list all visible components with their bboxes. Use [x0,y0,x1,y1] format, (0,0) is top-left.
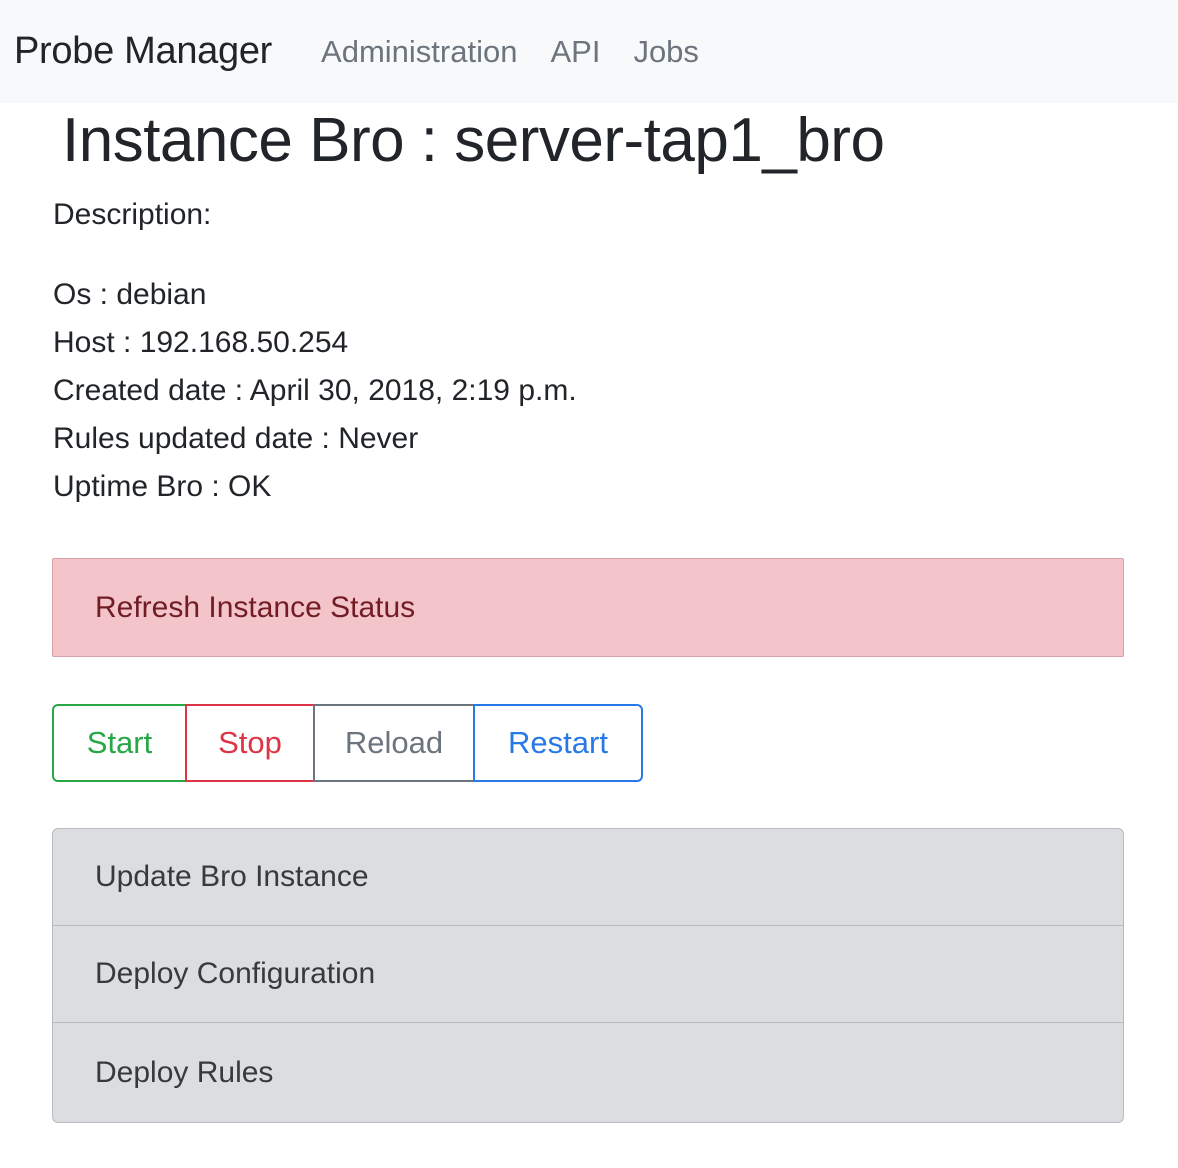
update-instance-label: Update Bro Instance [95,860,369,893]
stop-button[interactable]: Stop [185,704,315,782]
detail-rules-updated-date: Rules updated date : Never [53,422,419,455]
update-instance-item[interactable]: Update Bro Instance [53,829,1123,926]
detail-uptime: Uptime Bro : OK [53,470,272,503]
deploy-configuration-label: Deploy Configuration [95,957,376,990]
instance-details: Os : debian Host : 192.168.50.254 Create… [53,271,577,511]
deploy-rules-label: Deploy Rules [95,1055,274,1089]
detail-os: Os : debian [53,278,207,311]
nav-links: Administration API Jobs [321,34,732,70]
detail-host: Host : 192.168.50.254 [53,326,349,359]
description-label: Description: [53,198,212,231]
refresh-status-alert[interactable]: Refresh Instance Status [52,558,1124,657]
nav-link-administration[interactable]: Administration [321,34,517,70]
deploy-rules-item[interactable]: Deploy Rules [53,1023,1123,1122]
restart-button[interactable]: Restart [473,704,643,782]
nav-link-api[interactable]: API [550,34,600,70]
page-title: Instance Bro : server-tap1_bro [62,106,885,175]
brand-link[interactable]: Probe Manager [14,30,272,73]
deploy-configuration-item[interactable]: Deploy Configuration [53,926,1123,1023]
reload-button[interactable]: Reload [313,704,475,782]
refresh-status-link[interactable]: Refresh Instance Status [95,591,415,625]
nav-link-jobs[interactable]: Jobs [633,34,698,70]
start-button[interactable]: Start [52,704,187,782]
actions-list: Update Bro Instance Deploy Configuration… [52,828,1124,1123]
top-navbar: Probe Manager Administration API Jobs [0,0,1178,103]
detail-created-date: Created date : April 30, 2018, 2:19 p.m. [53,374,577,407]
instance-control-buttons: Start Stop Reload Restart [52,704,643,782]
